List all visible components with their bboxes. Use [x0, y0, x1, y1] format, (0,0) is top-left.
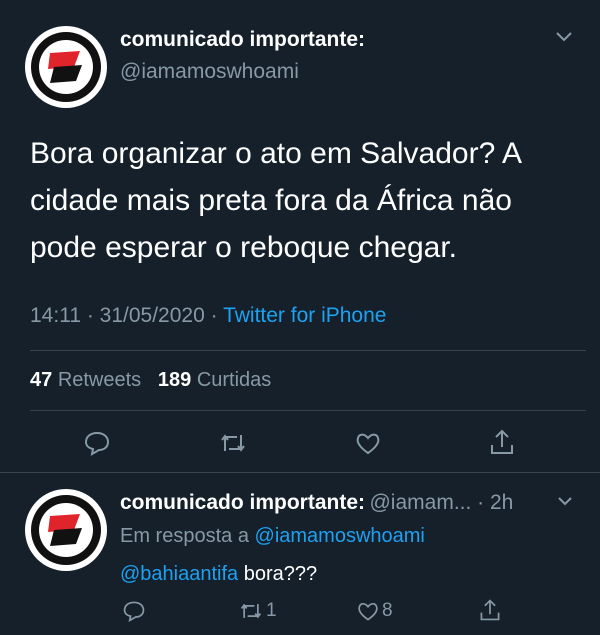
user-handle-time[interactable]: @iamam... · 2h [369, 491, 513, 514]
likes-label: Curtidas [196, 369, 272, 391]
reply-icon[interactable] [122, 599, 146, 623]
user-handle[interactable]: @iamamoswhoami [120, 60, 299, 84]
share-icon[interactable] [478, 597, 502, 623]
like-icon[interactable] [354, 429, 382, 457]
antifa-flag-icon [48, 51, 82, 83]
retweets-label: Retweets [57, 369, 142, 391]
like-icon [356, 599, 380, 623]
tweet-timestamp-row: 14:11 · 31/05/2020 · Twitter for iPhone [30, 304, 386, 328]
divider [30, 410, 586, 411]
mention-link[interactable]: @bahiaantifa [120, 563, 238, 585]
reply-text: @bahiaantifa bora??? [120, 563, 317, 586]
in-reply-prefix: Em resposta a [120, 525, 249, 547]
retweet-action[interactable]: 1 [238, 599, 277, 623]
retweets-count: 47 [30, 369, 53, 391]
chevron-down-icon[interactable] [554, 30, 574, 44]
retweet-icon [238, 599, 264, 623]
like-action[interactable]: 8 [356, 599, 393, 623]
reply-body: bora??? [238, 563, 318, 585]
chevron-down-icon[interactable] [556, 495, 574, 507]
tweet-text: Bora organizar o ato em Salvador? A cida… [30, 137, 521, 264]
retweets-stat[interactable]: 47 Retweets [30, 369, 147, 391]
share-icon[interactable] [488, 427, 516, 457]
reply-header: comunicado importante: @iamam... · 2h [120, 491, 513, 515]
divider [30, 350, 586, 351]
avatar[interactable] [25, 26, 107, 108]
avatar[interactable] [25, 489, 107, 571]
in-reply-handle[interactable]: @iamamoswhoami [255, 525, 425, 547]
main-tweet: comunicado importante: @iamamoswhoami Bo… [0, 0, 600, 470]
tweet-source[interactable]: Twitter for iPhone [223, 304, 386, 327]
reply-tweet[interactable]: comunicado importante: @iamam... · 2h Em… [0, 473, 600, 635]
tweet-timestamp[interactable]: 14:11 · 31/05/2020 · [30, 304, 218, 327]
retweet-count: 1 [266, 600, 277, 621]
in-reply-to: Em resposta a @iamamoswhoami [120, 525, 425, 548]
tweet-stats: 47 Retweets 189 Curtidas [30, 369, 271, 392]
display-name[interactable]: comunicado importante: [120, 491, 365, 514]
like-count: 8 [382, 600, 393, 621]
likes-stat[interactable]: 189 Curtidas [158, 369, 271, 391]
reply-icon[interactable] [83, 429, 111, 457]
retweet-icon[interactable] [218, 429, 248, 457]
display-name[interactable]: comunicado importante: [120, 28, 365, 52]
antifa-flag-icon [48, 514, 82, 546]
likes-count: 189 [157, 369, 192, 391]
